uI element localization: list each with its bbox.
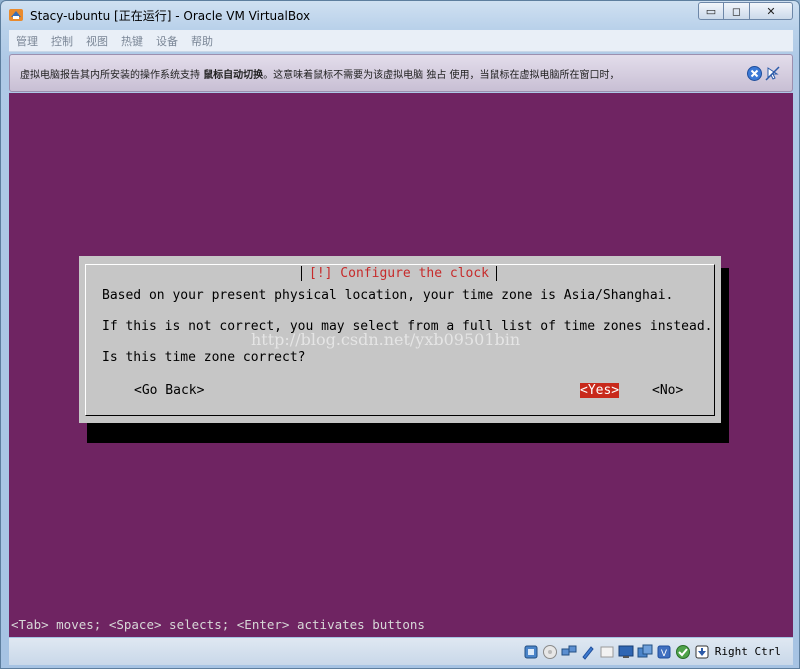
timezone-question: Is this time zone correct? xyxy=(102,350,306,365)
menu-item-control[interactable]: 控制 xyxy=(51,33,73,49)
menu-item-manage[interactable]: 管理 xyxy=(16,33,38,49)
dialog-title: [!] Configure the clock xyxy=(301,266,498,281)
yes-button[interactable]: <Yes> xyxy=(580,383,620,398)
keyboard-hint: <Tab> moves; <Space> selects; <Enter> ac… xyxy=(11,617,425,632)
guest-screen[interactable]: [!] Configure the clock Based on your pr… xyxy=(9,93,793,637)
close-button[interactable]: ✕ xyxy=(750,2,793,20)
status-bar: V Right Ctrl xyxy=(9,638,793,665)
configure-clock-dialog: [!] Configure the clock Based on your pr… xyxy=(79,256,721,423)
guest-additions-icon[interactable] xyxy=(675,644,691,660)
notice-icons xyxy=(747,66,780,81)
display-icon[interactable] xyxy=(618,644,634,660)
menu-item-devices[interactable]: 设备 xyxy=(156,33,178,49)
minimize-button[interactable]: ▭ xyxy=(698,2,724,20)
mouse-integration-icon[interactable] xyxy=(765,66,780,81)
menu-item-help[interactable]: 帮助 xyxy=(191,33,213,49)
notice-text: 虚拟电脑报告其内所安装的操作系统支持 鼠标自动切换。这意味着鼠标不需要为该虚拟电… xyxy=(20,66,620,81)
virtualbox-app-icon xyxy=(9,9,23,21)
svg-text:V: V xyxy=(661,649,668,659)
optical-drive-icon[interactable] xyxy=(542,644,558,660)
menu-bar: 管理 控制 视图 热键 设备 帮助 xyxy=(9,30,793,52)
menu-item-hotkey[interactable]: 热键 xyxy=(121,33,143,49)
notice-text-before: 虚拟电脑报告其内所安装的操作系统支持 xyxy=(20,69,204,81)
host-key-label: Right Ctrl xyxy=(714,645,781,658)
caption-buttons: ▭ ◻ ✕ xyxy=(698,2,793,20)
no-button[interactable]: <No> xyxy=(652,383,683,398)
watermark-url: http://blog.csdn.net/yxb09501bin xyxy=(251,330,521,349)
close-icon: ✕ xyxy=(766,4,776,18)
hard-disk-icon[interactable] xyxy=(523,644,539,660)
maximize-icon: ◻ xyxy=(731,4,742,18)
notice-close-icon[interactable] xyxy=(747,66,762,81)
title-bar[interactable]: Stacy-ubuntu [正在运行] - Oracle VM VirtualB… xyxy=(1,1,799,29)
menu-item-view[interactable]: 视图 xyxy=(86,33,108,49)
minimize-icon: ▭ xyxy=(705,4,717,18)
network-icon[interactable] xyxy=(561,644,577,660)
host-key-icon[interactable] xyxy=(694,644,710,660)
mouse-integration-notice: 虚拟电脑报告其内所安装的操作系统支持 鼠标自动切换。这意味着鼠标不需要为该虚拟电… xyxy=(9,54,793,92)
timezone-message: Based on your present physical location,… xyxy=(102,288,674,303)
usb-icon[interactable]: V xyxy=(656,644,672,660)
shared-clipboard-icon[interactable] xyxy=(580,644,596,660)
video-capture-icon[interactable] xyxy=(637,644,653,660)
notice-text-bold: 鼠标自动切换 xyxy=(203,69,264,81)
virtualbox-window: Stacy-ubuntu [正在运行] - Oracle VM VirtualB… xyxy=(0,0,800,669)
maximize-button[interactable]: ◻ xyxy=(724,2,750,20)
notice-text-after: 。这意味着鼠标不需要为该虚拟电脑 独占 使用，当鼠标在虚拟电脑所在窗口时， xyxy=(263,69,620,81)
shared-folders-icon[interactable] xyxy=(599,644,615,660)
window-title: Stacy-ubuntu [正在运行] - Oracle VM VirtualB… xyxy=(30,9,311,23)
go-back-button[interactable]: <Go Back> xyxy=(134,383,204,398)
